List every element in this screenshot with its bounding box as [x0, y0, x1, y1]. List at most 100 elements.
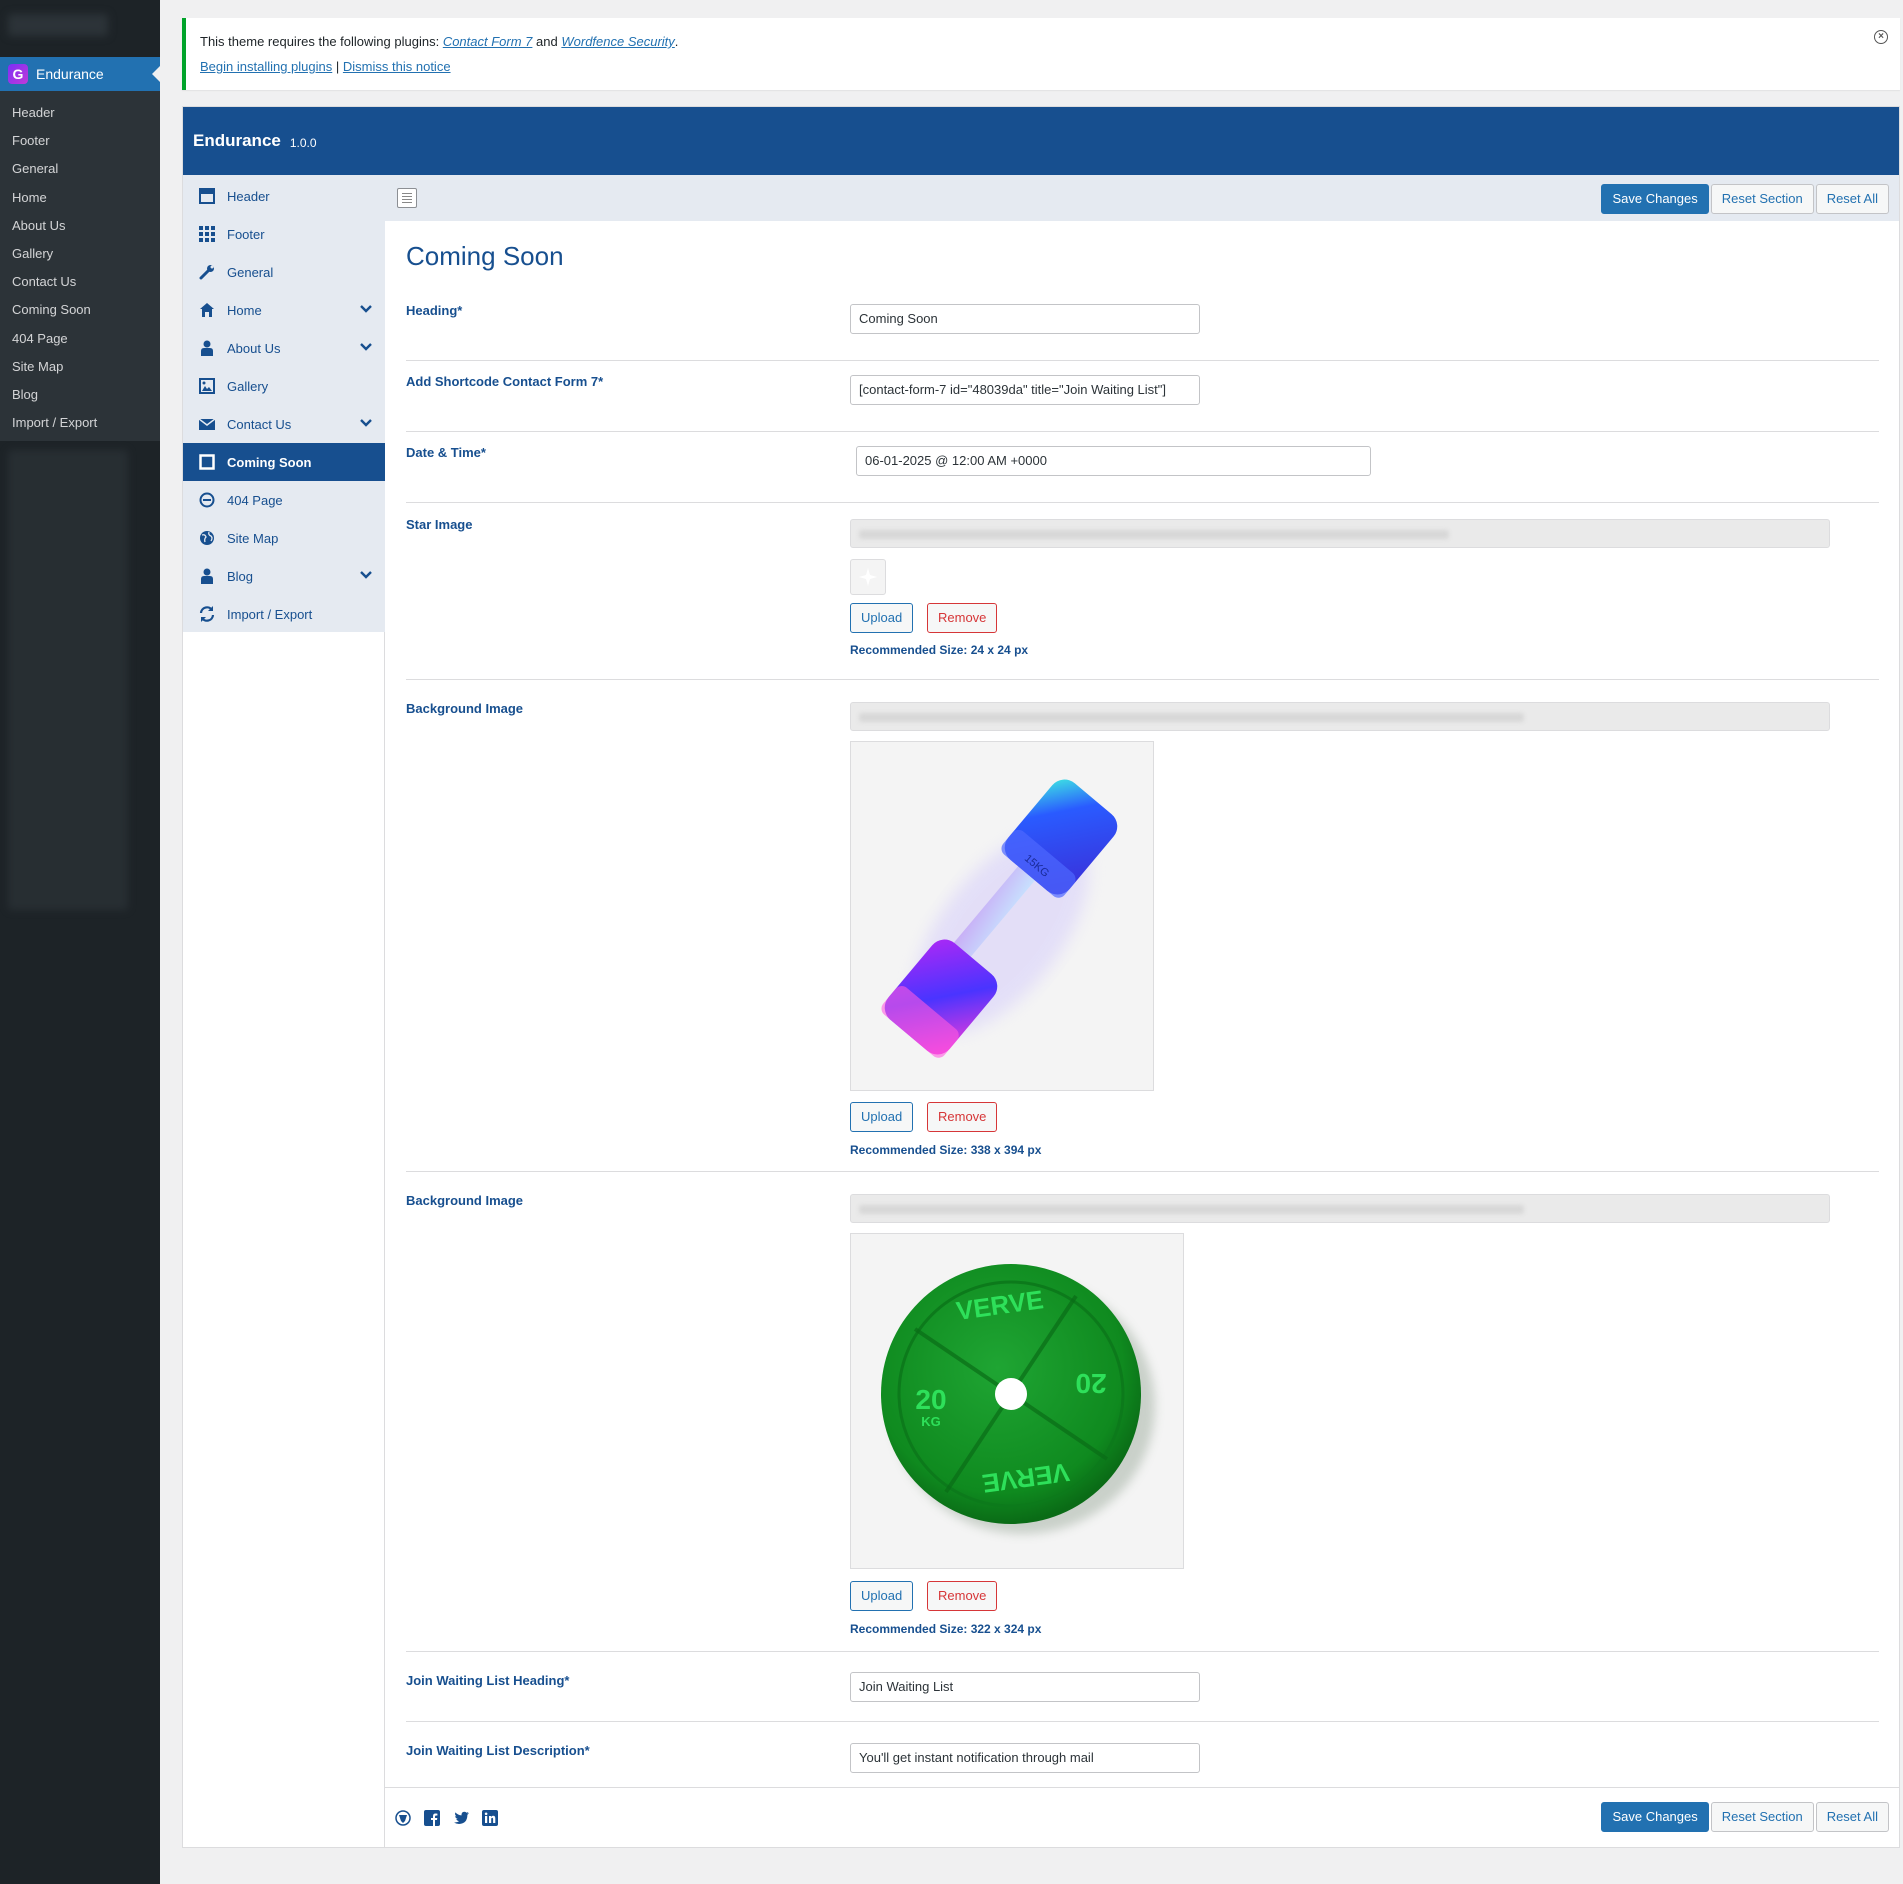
- header-icon: [197, 186, 217, 206]
- nav-item-about-us[interactable]: About Us: [183, 329, 385, 367]
- wp-submenu-item[interactable]: Coming Soon: [0, 296, 160, 324]
- field-background-image-1: Background Image 15KG Upload Remove Reco…: [406, 680, 1879, 1172]
- chevron-down-icon[interactable]: [359, 416, 373, 431]
- notice-period: .: [674, 34, 679, 49]
- nav-label: About Us: [227, 340, 281, 356]
- reset-section-button[interactable]: Reset Section: [1710, 1802, 1814, 1832]
- bg1-upload-button[interactable]: Upload: [850, 1102, 914, 1132]
- wp-submenu-item[interactable]: Import / Export: [0, 409, 160, 437]
- bg2-upload-button[interactable]: Upload: [850, 1581, 914, 1611]
- close-icon[interactable]: ×: [1874, 30, 1888, 44]
- nav-label: Home: [227, 302, 262, 318]
- facebook-icon[interactable]: [424, 1810, 440, 1826]
- field-label: Star Image: [406, 517, 473, 532]
- bg2-url-field[interactable]: [850, 1194, 1830, 1223]
- chevron-down-icon[interactable]: [359, 340, 373, 355]
- field-join-heading: Join Waiting List Heading* Join Waiting …: [406, 1652, 1879, 1722]
- field-background-image-2: Background Image VERVE VERVE 20 KG 20 Up…: [406, 1172, 1879, 1652]
- linkedin-icon[interactable]: [482, 1810, 498, 1826]
- nav-item-contact-us[interactable]: Contact Us: [183, 405, 385, 443]
- heading-input[interactable]: Coming Soon: [850, 304, 1200, 334]
- contact-form-7-link[interactable]: Contact Form 7: [443, 34, 533, 49]
- field-star-image: Star Image Upload Remove Recommended Siz…: [406, 503, 1879, 680]
- panel-version: 1.0.0: [289, 135, 317, 150]
- section-title: Coming Soon: [406, 241, 564, 271]
- wrench-icon: [197, 262, 217, 282]
- nav-item-import-export[interactable]: Import / Export: [183, 595, 385, 633]
- nav-item-header[interactable]: Header: [183, 177, 385, 215]
- wp-submenu-item[interactable]: Header: [0, 99, 160, 127]
- save-changes-button[interactable]: Save Changes: [1601, 184, 1709, 214]
- options-panel: Endurance 1.0.0 Header Footer General Ho…: [182, 106, 1900, 1848]
- reset-section-button[interactable]: Reset Section: [1710, 184, 1814, 214]
- notice-separator: |: [335, 59, 340, 74]
- nav-item-home[interactable]: Home: [183, 291, 385, 329]
- bg1-recommended-size: Recommended Size: 338 x 394 px: [850, 1143, 1042, 1157]
- star-upload-button[interactable]: Upload: [850, 603, 914, 633]
- wp-menu-endurance[interactable]: G Endurance: [0, 57, 160, 91]
- bg2-recommended-size: Recommended Size: 322 x 324 px: [850, 1622, 1042, 1636]
- wp-submenu-item[interactable]: Gallery: [0, 240, 160, 268]
- wp-submenu-item[interactable]: Footer: [0, 127, 160, 155]
- join-description-input[interactable]: You'll get instant notification through …: [850, 1743, 1200, 1773]
- star-recommended-size: Recommended Size: 24 x 24 px: [850, 643, 1029, 657]
- wp-submenu-item[interactable]: Contact Us: [0, 268, 160, 296]
- field-label: Background Image: [406, 701, 524, 716]
- date-time-input[interactable]: 06-01-2025 @ 12:00 AM +0000: [856, 446, 1371, 476]
- wordfence-link[interactable]: Wordfence Security: [561, 34, 674, 49]
- star-remove-button[interactable]: Remove: [927, 603, 998, 633]
- bg2-remove-button[interactable]: Remove: [927, 1581, 998, 1611]
- section-content: Coming Soon Heading* Coming Soon Add Sho…: [385, 221, 1899, 1847]
- envelope-icon: [197, 414, 217, 434]
- endurance-logo-icon: G: [8, 64, 28, 84]
- wp-submenu-item[interactable]: 404 Page: [0, 325, 160, 353]
- join-heading-input[interactable]: Join Waiting List: [850, 1672, 1200, 1702]
- field-label: Heading*: [406, 303, 463, 318]
- shortcode-input[interactable]: [contact-form-7 id="48039da" title="Join…: [850, 375, 1200, 405]
- twitter-icon[interactable]: [453, 1810, 469, 1826]
- plugin-notice: This theme requires the following plugin…: [182, 18, 1900, 90]
- options-footer: Save Changes Reset Section Reset All: [385, 1787, 1899, 1847]
- minus-circle-icon: [197, 490, 217, 510]
- nav-item-footer[interactable]: Footer: [183, 215, 385, 253]
- wp-menu-endurance-label: Endurance: [36, 66, 104, 82]
- chevron-down-icon[interactable]: [359, 302, 373, 317]
- reset-all-button[interactable]: Reset All: [1815, 1802, 1889, 1832]
- nav-item-gallery[interactable]: Gallery: [183, 367, 385, 405]
- footer-buttons: Save Changes Reset Section Reset All: [1601, 1802, 1889, 1832]
- toolbar-buttons: Save Changes Reset Section Reset All: [1601, 184, 1889, 214]
- blurred-menu-items: [8, 450, 128, 910]
- reset-all-button[interactable]: Reset All: [1815, 184, 1889, 214]
- field-label: Join Waiting List Description*: [406, 1743, 590, 1758]
- weight-plate-image: VERVE VERVE 20 KG 20: [881, 1264, 1155, 1534]
- square-icon: [197, 452, 217, 472]
- save-changes-button[interactable]: Save Changes: [1601, 1802, 1709, 1832]
- nav-item-general[interactable]: General: [183, 253, 385, 291]
- wp-admin-sidebar: G Endurance Header Footer General Home A…: [0, 0, 160, 1884]
- bg1-url-field[interactable]: [850, 702, 1830, 731]
- wp-submenu-item[interactable]: Blog: [0, 381, 160, 409]
- plate-weight-left: 20: [915, 1384, 946, 1415]
- wp-submenu-item[interactable]: About Us: [0, 212, 160, 240]
- bg1-remove-button[interactable]: Remove: [927, 1102, 998, 1132]
- options-nav-filler: [183, 632, 385, 1847]
- nav-label: Gallery: [227, 378, 269, 394]
- nav-item-site-map[interactable]: Site Map: [183, 519, 385, 557]
- dismiss-notice-link[interactable]: Dismiss this notice: [343, 59, 451, 74]
- globe-icon: [197, 528, 217, 548]
- nav-item-coming-soon[interactable]: Coming Soon: [183, 443, 385, 481]
- redux-icon[interactable]: [395, 1810, 411, 1826]
- wp-submenu: Header Footer General Home About Us Gall…: [0, 91, 160, 441]
- nav-item-blog[interactable]: Blog: [183, 557, 385, 595]
- options-nav: Header Footer General Home About Us Gall…: [183, 175, 385, 632]
- begin-installing-link[interactable]: Begin installing plugins: [200, 59, 332, 74]
- nav-label: Header: [227, 188, 270, 204]
- wp-submenu-item[interactable]: Home: [0, 184, 160, 212]
- nav-label: Contact Us: [227, 416, 292, 432]
- nav-item-404-page[interactable]: 404 Page: [183, 481, 385, 519]
- wp-submenu-item[interactable]: Site Map: [0, 353, 160, 381]
- wp-submenu-item[interactable]: General: [0, 155, 160, 183]
- chevron-down-icon[interactable]: [359, 568, 373, 583]
- star-image-url-field[interactable]: [850, 519, 1830, 548]
- expand-options-icon[interactable]: [397, 188, 417, 208]
